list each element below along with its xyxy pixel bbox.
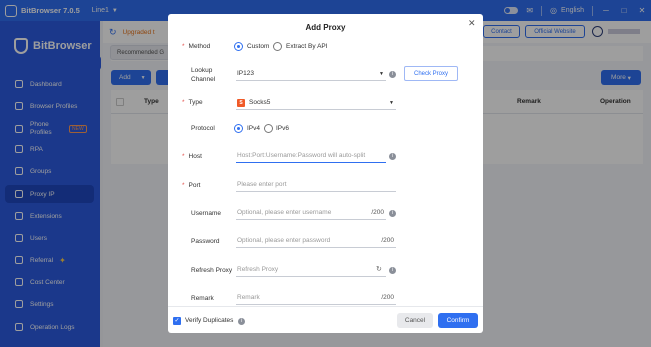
method-custom-label: Custom xyxy=(247,43,270,50)
type-select[interactable]: S Socks5 ▼ xyxy=(236,96,396,110)
check-proxy-button[interactable]: Check Proxy xyxy=(404,66,458,81)
method-api-radio[interactable] xyxy=(273,42,282,51)
protocol-ipv6-radio[interactable] xyxy=(264,124,273,133)
lookup-channel-select[interactable]: IP123 ▼ xyxy=(236,67,386,81)
refresh-proxy-label: Refresh Proxy xyxy=(191,267,233,274)
refresh-icon[interactable]: ↻ xyxy=(376,265,382,273)
remark-input[interactable]: Remark/200 xyxy=(236,291,396,305)
dropdown-arrow-icon: ▼ xyxy=(389,99,394,106)
remark-label: Remark xyxy=(191,295,214,302)
verify-duplicates-checkbox[interactable]: ✓ xyxy=(173,317,181,325)
info-icon[interactable]: i xyxy=(389,267,396,274)
protocol-ipv4-radio[interactable] xyxy=(234,124,243,133)
port-label: * Port xyxy=(182,182,201,189)
username-label: Username xyxy=(191,210,221,217)
type-label: * Type xyxy=(182,99,203,106)
close-icon[interactable]: ✕ xyxy=(468,18,476,29)
method-custom-radio[interactable] xyxy=(234,42,243,51)
username-input[interactable]: Optional, please enter username/200 xyxy=(236,206,386,220)
verify-duplicates-label: Verify Duplicates xyxy=(185,317,234,324)
protocol-ipv4-label: IPv4 xyxy=(247,125,261,132)
password-label: Password xyxy=(191,238,220,245)
info-icon[interactable]: i xyxy=(238,318,245,325)
char-counter: /200 xyxy=(381,237,394,244)
info-icon[interactable]: i xyxy=(389,210,396,217)
refresh-proxy-input[interactable]: Refresh Proxy xyxy=(236,263,386,277)
type-value: Socks5 xyxy=(249,99,271,106)
method-label: * Method xyxy=(182,43,211,50)
add-proxy-dialog: Add Proxy ✕ * Method Custom Extract By AP… xyxy=(168,14,483,333)
password-input[interactable]: Optional, please enter password/200 xyxy=(236,234,396,248)
char-counter: /200 xyxy=(371,209,384,216)
dialog-footer: ✓ Verify Duplicates i Cancel Confirm xyxy=(168,306,483,333)
username-placeholder: Optional, please enter username xyxy=(237,209,332,216)
dropdown-arrow-icon: ▼ xyxy=(379,70,384,77)
confirm-button[interactable]: Confirm xyxy=(438,313,478,328)
protocol-ipv6-label: IPv6 xyxy=(276,125,290,132)
method-api-label: Extract By API xyxy=(286,43,328,50)
dialog-title: Add Proxy xyxy=(305,23,346,32)
remark-placeholder: Remark xyxy=(237,294,260,301)
lookup-channel-label: Lookup Channel xyxy=(191,67,216,83)
char-counter: /200 xyxy=(381,294,394,301)
socks-icon: S xyxy=(237,98,245,107)
host-placeholder: Host:Port:Username:Password will auto-sp… xyxy=(237,152,366,159)
port-placeholder: Please enter port xyxy=(237,181,287,188)
cancel-button[interactable]: Cancel xyxy=(397,313,433,328)
info-icon[interactable]: i xyxy=(389,153,396,160)
lookup-value: IP123 xyxy=(237,70,254,77)
password-placeholder: Optional, please enter password xyxy=(237,237,331,244)
port-input[interactable]: Please enter port xyxy=(236,178,396,192)
protocol-label: Protocol xyxy=(191,125,215,132)
info-icon[interactable]: i xyxy=(389,71,396,78)
refresh-proxy-placeholder: Refresh Proxy xyxy=(237,266,279,273)
host-input[interactable]: Host:Port:Username:Password will auto-sp… xyxy=(236,149,386,163)
host-label: * Host xyxy=(182,153,202,160)
